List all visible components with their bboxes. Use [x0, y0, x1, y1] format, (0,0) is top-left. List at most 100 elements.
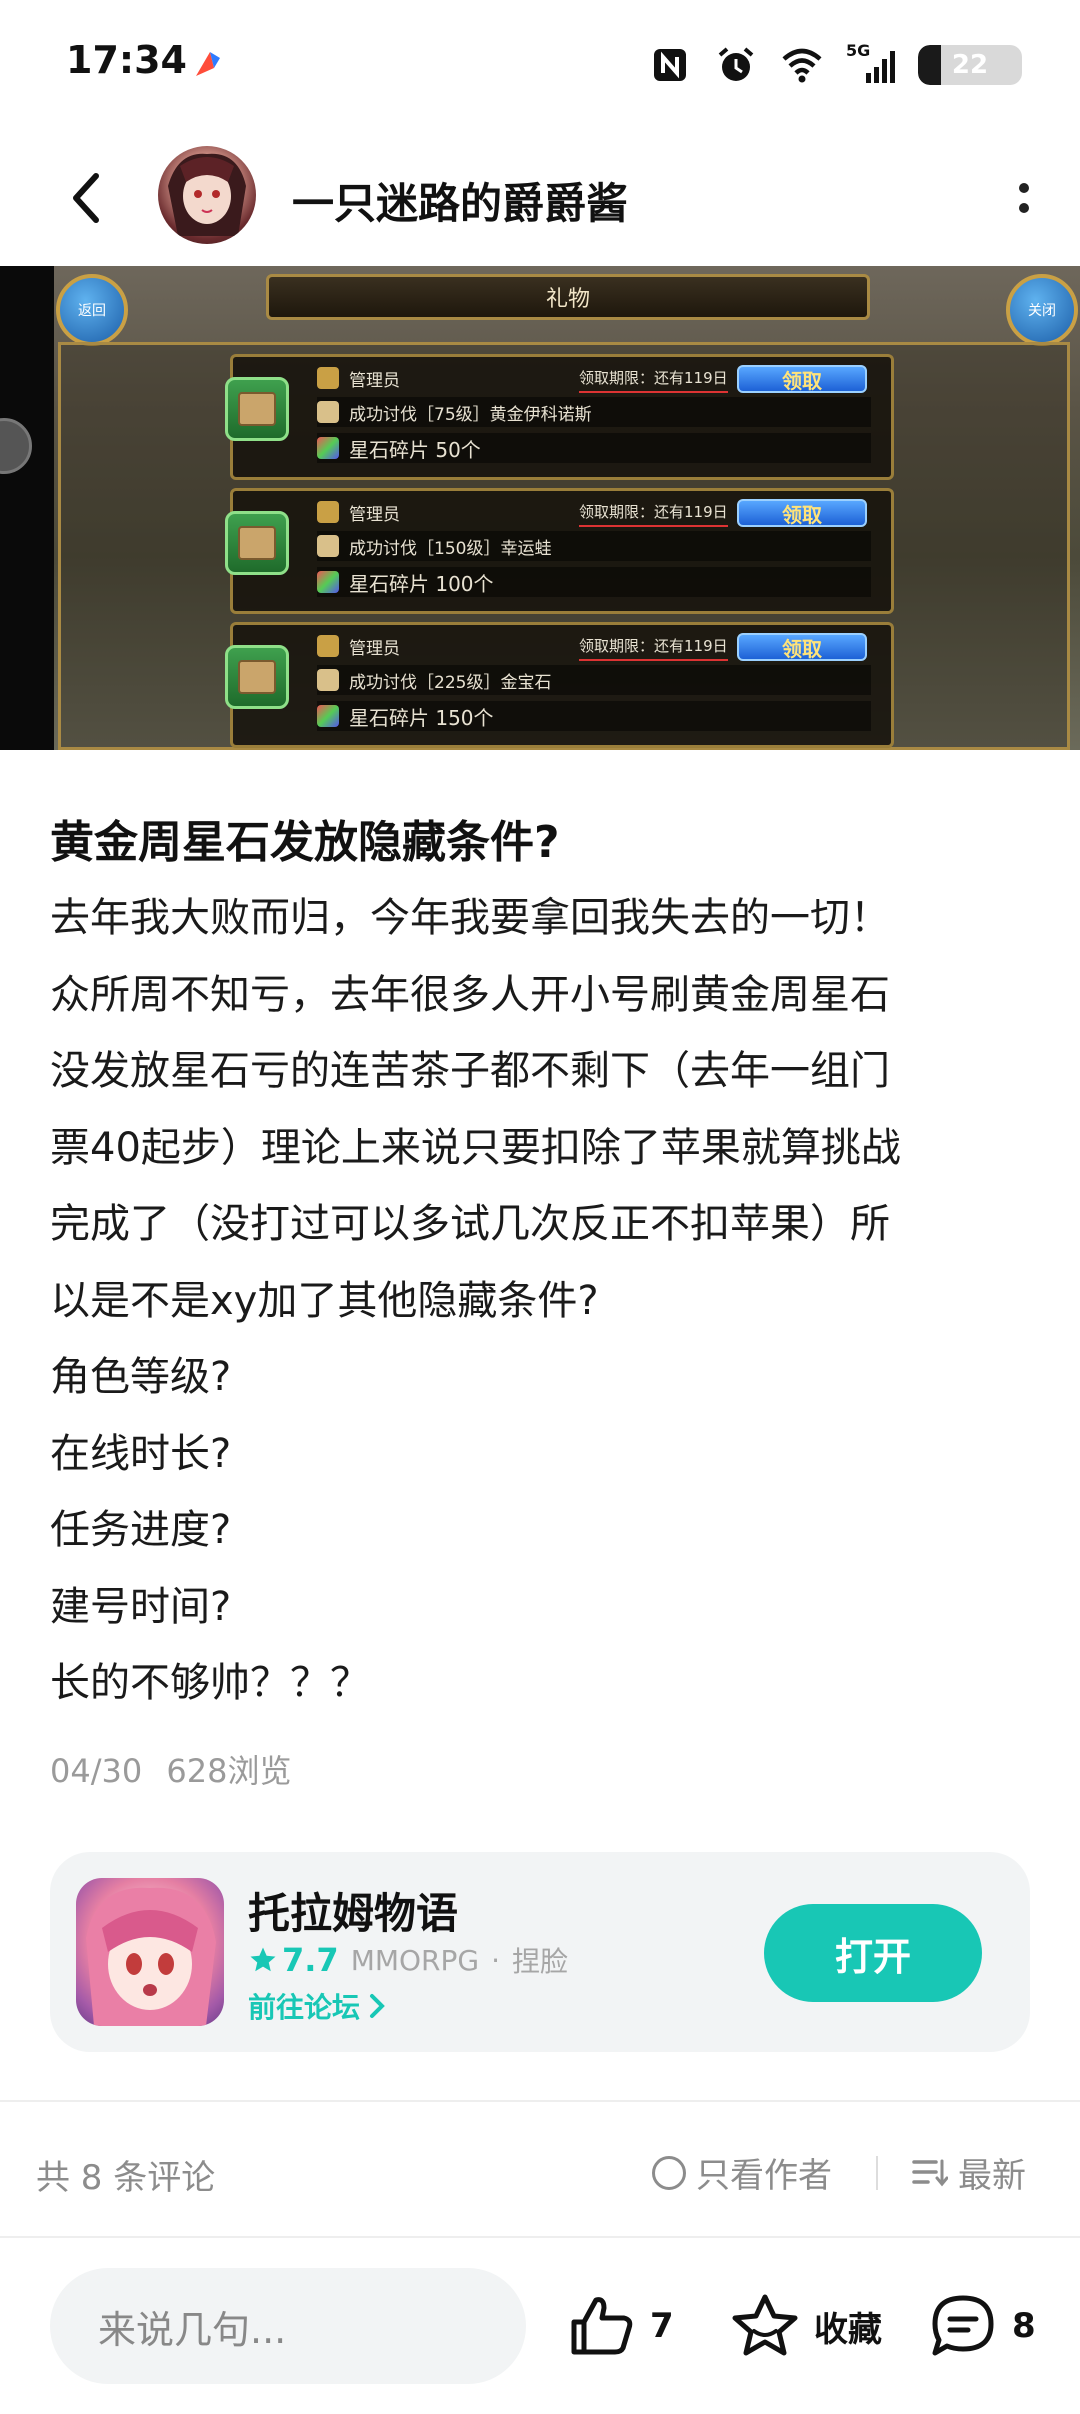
status-time: 17:34 [66, 38, 187, 82]
sort-newest-label: 最新 [958, 2156, 1026, 2196]
forum-link[interactable]: 前往论坛 [248, 1986, 386, 2026]
gift-reward-line: 星石碎片 150个 [317, 701, 871, 731]
gift-box-icon [225, 377, 289, 441]
post-title: 黄金周星石发放隐藏条件? [50, 817, 560, 868]
gift-sender-line: 管理员 领取期限：还有119日 领取 [317, 363, 871, 393]
bottom-action-bar: 来说几句... 7 收藏 8 [0, 2238, 1080, 2414]
wifi-icon [782, 48, 822, 83]
post-body-line: 角色等级? [50, 1354, 232, 1400]
gift-row: 管理员 领取期限：还有119日 领取 成功讨伐［75级］黄金伊科诺斯 星石碎片 … [225, 354, 894, 480]
gift-reason-line: 成功讨伐［75级］黄金伊科诺斯 [317, 397, 871, 427]
battery-level: 22 [951, 50, 989, 80]
author-avatar[interactable] [158, 146, 256, 244]
star-icon [250, 1947, 276, 1972]
alarm-icon [718, 47, 754, 81]
gift-deadline: 领取期限：还有119日 [579, 363, 728, 393]
gift-box-icon [225, 511, 289, 575]
like-button[interactable]: 7 [568, 2276, 674, 2376]
post-views: 628浏览 [166, 1752, 292, 1790]
favorite-label: 收藏 [814, 2309, 882, 2350]
author-name[interactable]: 一只迷路的爵爵酱 [292, 170, 628, 231]
post-meta: 04/30 628浏览 [50, 1746, 291, 1792]
status-bar: 17:34 5G 22 [0, 0, 1080, 130]
comment-count: 共 8 条评论 [36, 2158, 216, 2198]
gift-sender-line: 管理员 领取期限：还有119日 领取 [317, 497, 871, 527]
comment-button[interactable]: 8 [928, 2276, 1036, 2376]
post-body: 去年我大败而归，今年我要拿回我失去的一切！ 众所周不知亏，去年很多人开小号刷黄金… [50, 880, 1040, 1722]
gift-window-title: 礼物 [545, 287, 590, 312]
post-header: 一只迷路的爵爵酱 [0, 130, 1080, 266]
sender-icon [317, 635, 339, 657]
gift-reward-line: 星石碎片 100个 [317, 567, 871, 597]
gift-reason: 成功讨伐［225级］金宝石 [349, 672, 552, 693]
open-game-button[interactable]: 打开 [764, 1904, 982, 2002]
gift-reason: 成功讨伐［75级］黄金伊科诺斯 [349, 404, 592, 425]
gift-sender-line: 管理员 领取期限：还有119日 领取 [317, 631, 871, 661]
comment-count-badge: 8 [1012, 2306, 1036, 2346]
game-name[interactable]: 托拉姆物语 [248, 1880, 458, 1941]
more-vertical-icon [1019, 183, 1029, 193]
more-options-button[interactable] [994, 160, 1054, 236]
comments-bar: 共 8 条评论 只看作者 最新 [0, 2100, 1080, 2236]
chevron-left-icon [73, 173, 99, 223]
gift-reward: 星石碎片 150个 [349, 705, 494, 730]
star-shard-icon [317, 705, 339, 727]
game-icon-illustration [86, 1887, 216, 2026]
post-body-line: 建号时间? [50, 1583, 232, 1630]
avatar-illustration [168, 153, 246, 236]
game-tag-separator: · [491, 1943, 500, 1977]
comment-input[interactable]: 来说几句... [50, 2268, 526, 2384]
game-rating: 7.7 [248, 1941, 339, 1979]
gift-row: 管理员 领取期限：还有119日 领取 成功讨伐［150级］幸运蛙 星石碎片 10… [225, 488, 894, 614]
like-count: 7 [650, 2306, 674, 2346]
game-info-row: 7.7 MMORPG · 捏脸 [248, 1940, 568, 1980]
nfc-icon [654, 49, 686, 81]
sort-newest-button[interactable]: 最新 [912, 2148, 1026, 2197]
battery-icon: 22 [918, 45, 1022, 85]
forum-link-label: 前往论坛 [248, 1991, 361, 2024]
sender-icon [317, 501, 339, 523]
gift-claim-button: 领取 [737, 499, 867, 527]
sender-icon [317, 367, 339, 389]
scroll-icon [317, 669, 339, 691]
post-body-line: 在线时长? [50, 1430, 232, 1477]
status-icons: 5G 22 [648, 40, 1022, 90]
game-tag: 捏脸 [512, 1945, 569, 1978]
author-only-filter[interactable]: 只看作者 [652, 2148, 832, 2197]
game-back-button-icon: 返回 [56, 274, 128, 346]
post-image[interactable]: 返回 礼物 关闭 管理员 领取期限：还有119日 领取 成功讨伐［75级］黄金伊… [0, 266, 1080, 750]
app-notification-icon [196, 52, 220, 76]
gift-reward: 星石碎片 50个 [349, 437, 481, 462]
gift-row: 管理员 领取期限：还有119日 领取 成功讨伐［225级］金宝石 星石碎片 15… [225, 622, 894, 748]
post-body-line: 以是不是xy加了其他隐藏条件? [50, 1277, 599, 1324]
gift-deadline: 领取期限：还有119日 [579, 497, 728, 527]
post-body-line: 任务进度? [50, 1507, 232, 1553]
post-body-line: 票40起步）理论上来说只要扣除了苹果就算挑战 [50, 1124, 901, 1171]
author-only-label: 只看作者 [696, 2156, 832, 2196]
post-body-line: 去年我大败而归，今年我要拿回我失去的一切！ [50, 895, 890, 941]
post-date: 04/30 [50, 1752, 143, 1790]
game-card[interactable]: 托拉姆物语 7.7 MMORPG · 捏脸 前往论坛 打开 [50, 1852, 1030, 2052]
post-body-line: 完成了（没打过可以多试几次反正不扣苹果）所 [50, 1201, 890, 1247]
image-left-border [0, 266, 54, 750]
post-body-line: 长的不够帅？？？ [50, 1660, 370, 1706]
radio-circle-icon [652, 2155, 686, 2190]
more-dot [1019, 203, 1029, 213]
star-outline-icon [732, 2294, 798, 2356]
gift-reward: 星石碎片 100个 [349, 571, 494, 596]
game-icon[interactable] [76, 1878, 224, 2026]
gift-reason: 成功讨伐［150级］幸运蛙 [349, 538, 552, 559]
favorite-button[interactable]: 收藏 [730, 2276, 882, 2376]
back-button[interactable] [50, 162, 122, 234]
star-shard-icon [317, 437, 339, 459]
game-close-label: 关闭 [1028, 303, 1056, 319]
gift-sender: 管理员 [349, 370, 400, 391]
game-genre: MMORPG [350, 1943, 480, 1977]
post-body-line: 没发放星石亏的连苦茶子都不剩下（去年一组门 [50, 1048, 890, 1094]
gift-claim-button: 领取 [737, 365, 867, 393]
game-rating-value: 7.7 [282, 1941, 339, 1979]
gift-box-icon [225, 645, 289, 709]
gift-sender: 管理员 [349, 638, 400, 659]
gift-claim-button: 领取 [737, 633, 867, 661]
sort-list-icon [912, 2159, 948, 2186]
